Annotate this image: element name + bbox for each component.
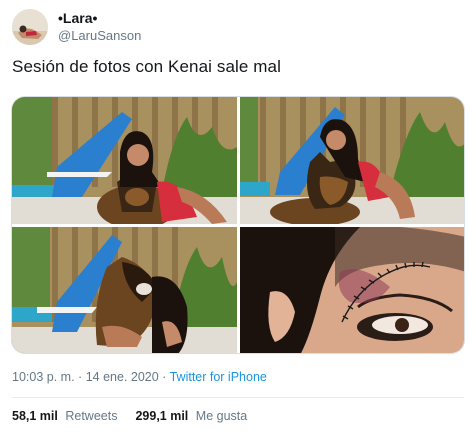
tweet-meta: 10:03 p. m. · 14 ene. 2020 · Twitter for… [12,370,267,384]
likes-label: Me gusta [195,409,248,423]
likes-stat[interactable]: 299,1 mil Me gusta [135,409,247,423]
photo-4[interactable] [240,227,464,353]
likes-count: 299,1 mil [135,409,189,423]
photo-1[interactable] [12,97,237,224]
divider [12,397,464,398]
retweets-stat[interactable]: 58,1 mil Retweets [12,409,117,423]
tweet-card: •Lara• @LaruSanson Sesión de fotos con K… [0,0,476,436]
meta-separator-2: · [162,370,167,384]
photo-2[interactable] [240,97,464,224]
avatar[interactable] [12,9,48,45]
user-handle[interactable]: @LaruSanson [58,27,141,44]
retweets-count: 58,1 mil [12,409,58,423]
meta-separator: · [78,370,83,384]
tweet-source-link[interactable]: Twitter for iPhone [170,370,267,384]
media-grid [11,96,465,354]
tweet-text: Sesión de fotos con Kenai sale mal [12,57,281,76]
user-names: •Lara• @LaruSanson [58,10,141,44]
retweets-label: Retweets [65,409,118,423]
display-name[interactable]: •Lara• [58,10,141,27]
tweet-time[interactable]: 10:03 p. m. [12,370,75,384]
tweet-stats: 58,1 mil Retweets 299,1 mil Me gusta [12,409,265,423]
tweet-date[interactable]: 14 ene. 2020 [86,370,159,384]
tweet-header: •Lara• @LaruSanson [12,8,141,46]
photo-3[interactable] [12,227,237,353]
